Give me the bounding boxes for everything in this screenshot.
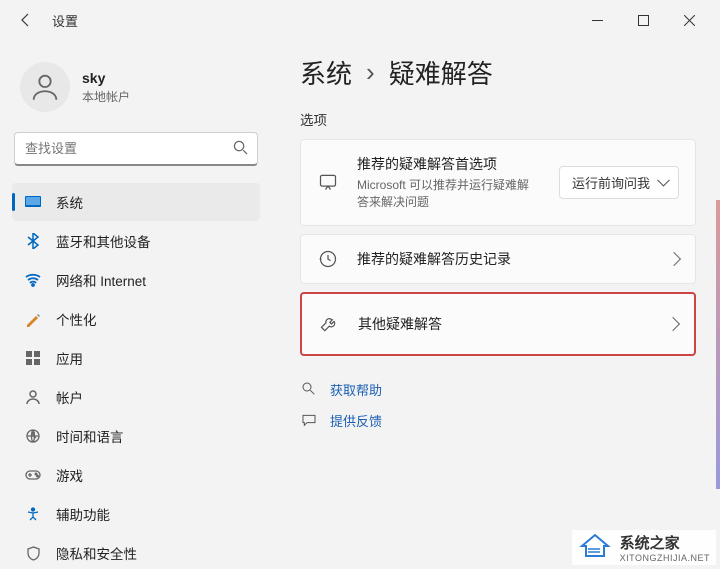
watermark: 系统之家 XITONGZHIJIA.NET xyxy=(572,530,716,565)
card-title: 其他疑难解答 xyxy=(358,314,650,334)
sidebar-item-label: 个性化 xyxy=(56,309,97,329)
help-icon xyxy=(300,381,318,397)
back-button[interactable] xyxy=(8,2,44,38)
user-name: sky xyxy=(82,70,130,86)
accessibility-icon xyxy=(24,505,42,523)
breadcrumb-current: 疑难解答 xyxy=(389,54,493,91)
chevron-right-icon xyxy=(666,317,680,331)
watermark-url: XITONGZHIJIA.NET xyxy=(620,553,710,563)
sidebar-item-2[interactable]: 网络和 Internet xyxy=(12,261,260,299)
back-arrow-icon xyxy=(18,12,34,28)
bluetooth-icon xyxy=(24,232,42,250)
watermark-title: 系统之家 xyxy=(620,532,710,553)
system-icon xyxy=(24,193,42,211)
give-feedback-link[interactable]: 提供反馈 xyxy=(300,405,696,436)
app-title: 设置 xyxy=(52,11,78,30)
search-icon xyxy=(233,140,248,160)
breadcrumb-parent[interactable]: 系统 xyxy=(300,54,352,91)
card-other-troubleshooters[interactable]: 其他疑难解答 xyxy=(300,292,696,356)
chevron-right-icon: › xyxy=(366,57,375,88)
close-button[interactable] xyxy=(666,4,712,36)
nav-list: 系统蓝牙和其他设备网络和 Internet 个性化应用帐户时间和语言游戏辅助功能隐… xyxy=(8,178,264,569)
minimize-button[interactable] xyxy=(574,4,620,36)
sidebar-item-label: 蓝牙和其他设备 xyxy=(56,231,151,251)
content-pane: 系统 › 疑难解答 选项 推荐的疑难解答首选项 Microsoft 可以推荐并运… xyxy=(276,40,720,569)
card-troubleshoot-history[interactable]: 推荐的疑难解答历史记录 xyxy=(300,234,696,284)
decorative-edge xyxy=(716,200,720,489)
sidebar-item-3[interactable]: 个性化 xyxy=(12,300,260,338)
sidebar-item-7[interactable]: 游戏 xyxy=(12,456,260,494)
sidebar-item-label: 游戏 xyxy=(56,465,83,485)
card-title: 推荐的疑难解答首选项 xyxy=(357,154,541,174)
apps-icon xyxy=(24,349,42,367)
maximize-icon xyxy=(638,15,649,26)
card-subtitle: Microsoft 可以推荐并运行疑难解答来解决问题 xyxy=(357,177,541,211)
sidebar-item-label: 帐户 xyxy=(56,387,83,407)
get-help-link[interactable]: 获取帮助 xyxy=(300,374,696,405)
link-label: 获取帮助 xyxy=(330,380,382,399)
search-input[interactable] xyxy=(14,132,258,166)
accounts-icon xyxy=(24,388,42,406)
sidebar-item-label: 应用 xyxy=(56,348,83,368)
link-label: 提供反馈 xyxy=(330,411,382,430)
network-icon xyxy=(24,271,42,289)
sidebar-item-0[interactable]: 系统 xyxy=(12,183,260,221)
chat-icon xyxy=(317,172,339,192)
house-icon xyxy=(578,532,612,563)
history-icon xyxy=(317,249,339,269)
feedback-icon xyxy=(300,412,318,428)
privacy-icon xyxy=(24,544,42,562)
sidebar-item-1[interactable]: 蓝牙和其他设备 xyxy=(12,222,260,260)
personalization-icon xyxy=(24,310,42,328)
sidebar-item-label: 网络和 Internet xyxy=(56,270,146,290)
gaming-icon xyxy=(24,466,42,484)
sidebar-item-label: 系统 xyxy=(56,192,83,212)
breadcrumb: 系统 › 疑难解答 xyxy=(300,54,696,91)
card-troubleshoot-prefs[interactable]: 推荐的疑难解答首选项 Microsoft 可以推荐并运行疑难解答来解决问题 运行… xyxy=(300,139,696,226)
user-icon xyxy=(28,70,62,104)
titlebar: 设置 xyxy=(0,0,720,40)
window-controls xyxy=(574,4,712,36)
close-icon xyxy=(684,15,695,26)
sidebar-item-label: 隐私和安全性 xyxy=(56,543,137,563)
sidebar-item-9[interactable]: 隐私和安全性 xyxy=(12,534,260,569)
prefs-dropdown[interactable]: 运行前询问我 xyxy=(559,166,679,199)
sidebar: sky 本地帐户 系统蓝牙和其他设备网络和 Internet 个性化应用帐户时间和… xyxy=(0,40,276,569)
section-label: 选项 xyxy=(300,109,696,129)
sidebar-item-label: 时间和语言 xyxy=(56,426,124,446)
card-title: 推荐的疑难解答历史记录 xyxy=(357,249,651,269)
user-block[interactable]: sky 本地帐户 xyxy=(8,48,264,132)
time-language-icon xyxy=(24,427,42,445)
sidebar-item-4[interactable]: 应用 xyxy=(12,339,260,377)
sidebar-item-8[interactable]: 辅助功能 xyxy=(12,495,260,533)
wrench-icon xyxy=(318,314,340,334)
avatar xyxy=(20,62,70,112)
user-account-type: 本地帐户 xyxy=(82,88,130,105)
chevron-right-icon xyxy=(667,252,681,266)
sidebar-item-5[interactable]: 帐户 xyxy=(12,378,260,416)
sidebar-item-6[interactable]: 时间和语言 xyxy=(12,417,260,455)
maximize-button[interactable] xyxy=(620,4,666,36)
sidebar-item-label: 辅助功能 xyxy=(56,504,110,524)
minimize-icon xyxy=(592,15,603,26)
